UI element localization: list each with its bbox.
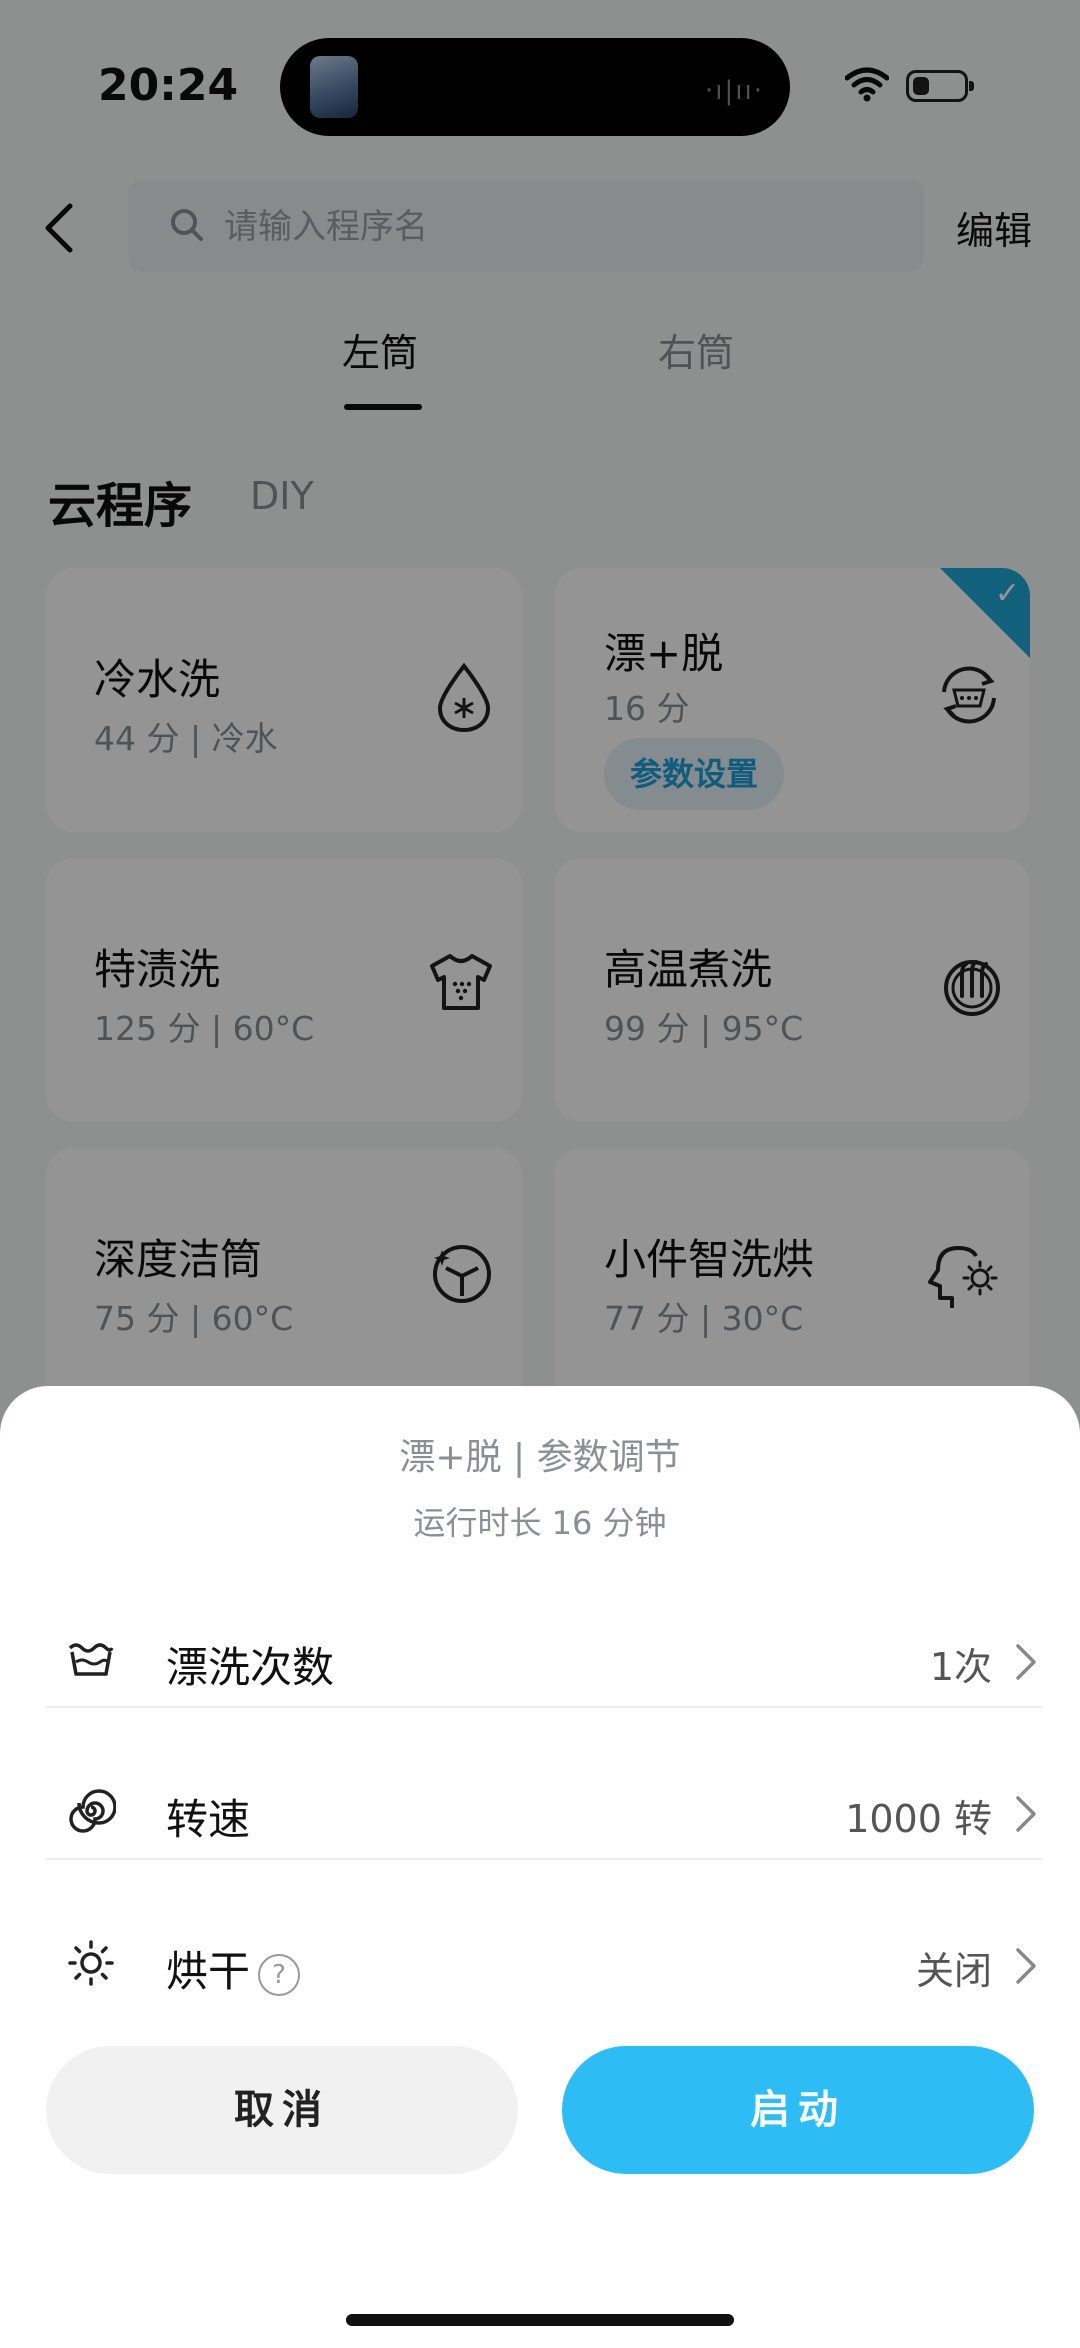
row-label: 烘干: [166, 1947, 251, 1996]
rinse-basin-icon: [68, 1643, 114, 1676]
run-duration: 运行时长 16 分钟: [413, 1504, 667, 1542]
row-rinse-count[interactable]: 漂洗次数 1次: [46, 1586, 1042, 1738]
param-adjust-sheet: 漂+脱 | 参数调节 运行时长 16 分钟 漂洗次数 1次 转速 1000 转: [0, 1386, 1080, 2348]
divider: [46, 1706, 1042, 1708]
start-button[interactable]: 启动: [562, 2046, 1034, 2174]
sun-dry-icon: [68, 1940, 114, 1986]
row-drying[interactable]: 烘干? 关闭: [46, 1890, 1042, 2042]
chevron-right-icon: [1016, 1644, 1036, 1680]
row-label: 漂洗次数: [166, 1643, 335, 1692]
row-label-with-help: 烘干?: [166, 1938, 301, 1999]
row-spin-speed[interactable]: 转速 1000 转: [46, 1738, 1042, 1890]
divider: [46, 1858, 1042, 1860]
home-indicator[interactable]: [346, 2314, 734, 2326]
cancel-button[interactable]: 取消: [46, 2046, 518, 2174]
help-icon[interactable]: ?: [258, 1953, 301, 1996]
chevron-right-icon: [1016, 1948, 1036, 1984]
drying-value: 关闭: [915, 1949, 992, 1993]
spin-speed-value: 1000 转: [845, 1797, 992, 1841]
sheet-title: 漂+脱 | 参数调节: [399, 1437, 681, 1478]
spiral-spin-icon: [69, 1789, 116, 1833]
chevron-right-icon: [1016, 1796, 1036, 1832]
row-label: 转速: [166, 1795, 251, 1844]
rinse-count-value: 1次: [929, 1645, 992, 1689]
